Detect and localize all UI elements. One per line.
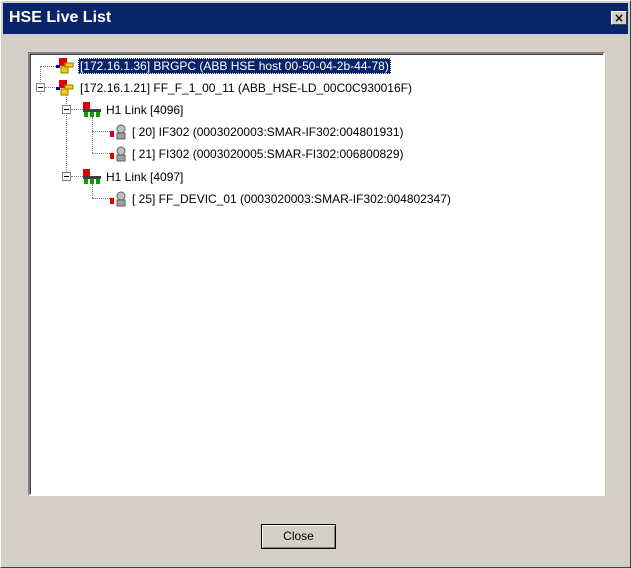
live-list-tree[interactable]: [172.16.1.36] BRGPC (ABB HSE host 00-50-… (28, 52, 605, 496)
node-label: [ 25] FF_DEVIC_01 (0003020003:SMAR-IF302… (132, 192, 451, 206)
close-icon: × (613, 11, 625, 25)
collapse-toggle[interactable] (36, 83, 45, 92)
h1-link-icon (83, 169, 101, 184)
hse-host-icon (56, 58, 74, 74)
tree-connector (92, 117, 93, 153)
field-device-icon (110, 124, 126, 140)
node-label: [ 21] FI302 (0003020005:SMAR-FI302:00680… (132, 147, 404, 161)
close-button[interactable]: Close (261, 524, 336, 549)
h1-link-icon (83, 102, 101, 117)
field-device-icon (110, 146, 126, 162)
tree-connector (92, 184, 93, 198)
field-device-icon (110, 191, 126, 207)
title-bar[interactable]: HSE Live List × (3, 3, 628, 34)
collapse-toggle[interactable] (62, 172, 71, 181)
tree-connector (40, 66, 56, 67)
node-label: [ 20] IF302 (0003020003:SMAR-IF302:00480… (132, 125, 404, 139)
node-label: [172.16.1.21] FF_F_1_00_11 (ABB_HSE-LD_0… (80, 81, 412, 95)
node-label: [172.16.1.36] BRGPC (ABB HSE host 00-50-… (78, 58, 391, 74)
tree-connector (45, 87, 55, 88)
title-close-button[interactable]: × (611, 11, 627, 25)
node-label: H1 Link [4097] (106, 170, 184, 184)
node-label: H1 Link [4096] (106, 103, 184, 117)
hse-live-list-dialog: HSE Live List × [172.16.1.36] BRGPC (ABB… (0, 0, 631, 568)
collapse-toggle[interactable] (62, 105, 71, 114)
window-title: HSE Live List (9, 9, 112, 26)
tree-canvas: [172.16.1.36] BRGPC (ABB HSE host 00-50-… (30, 54, 603, 494)
hse-linking-device-icon (56, 80, 74, 96)
